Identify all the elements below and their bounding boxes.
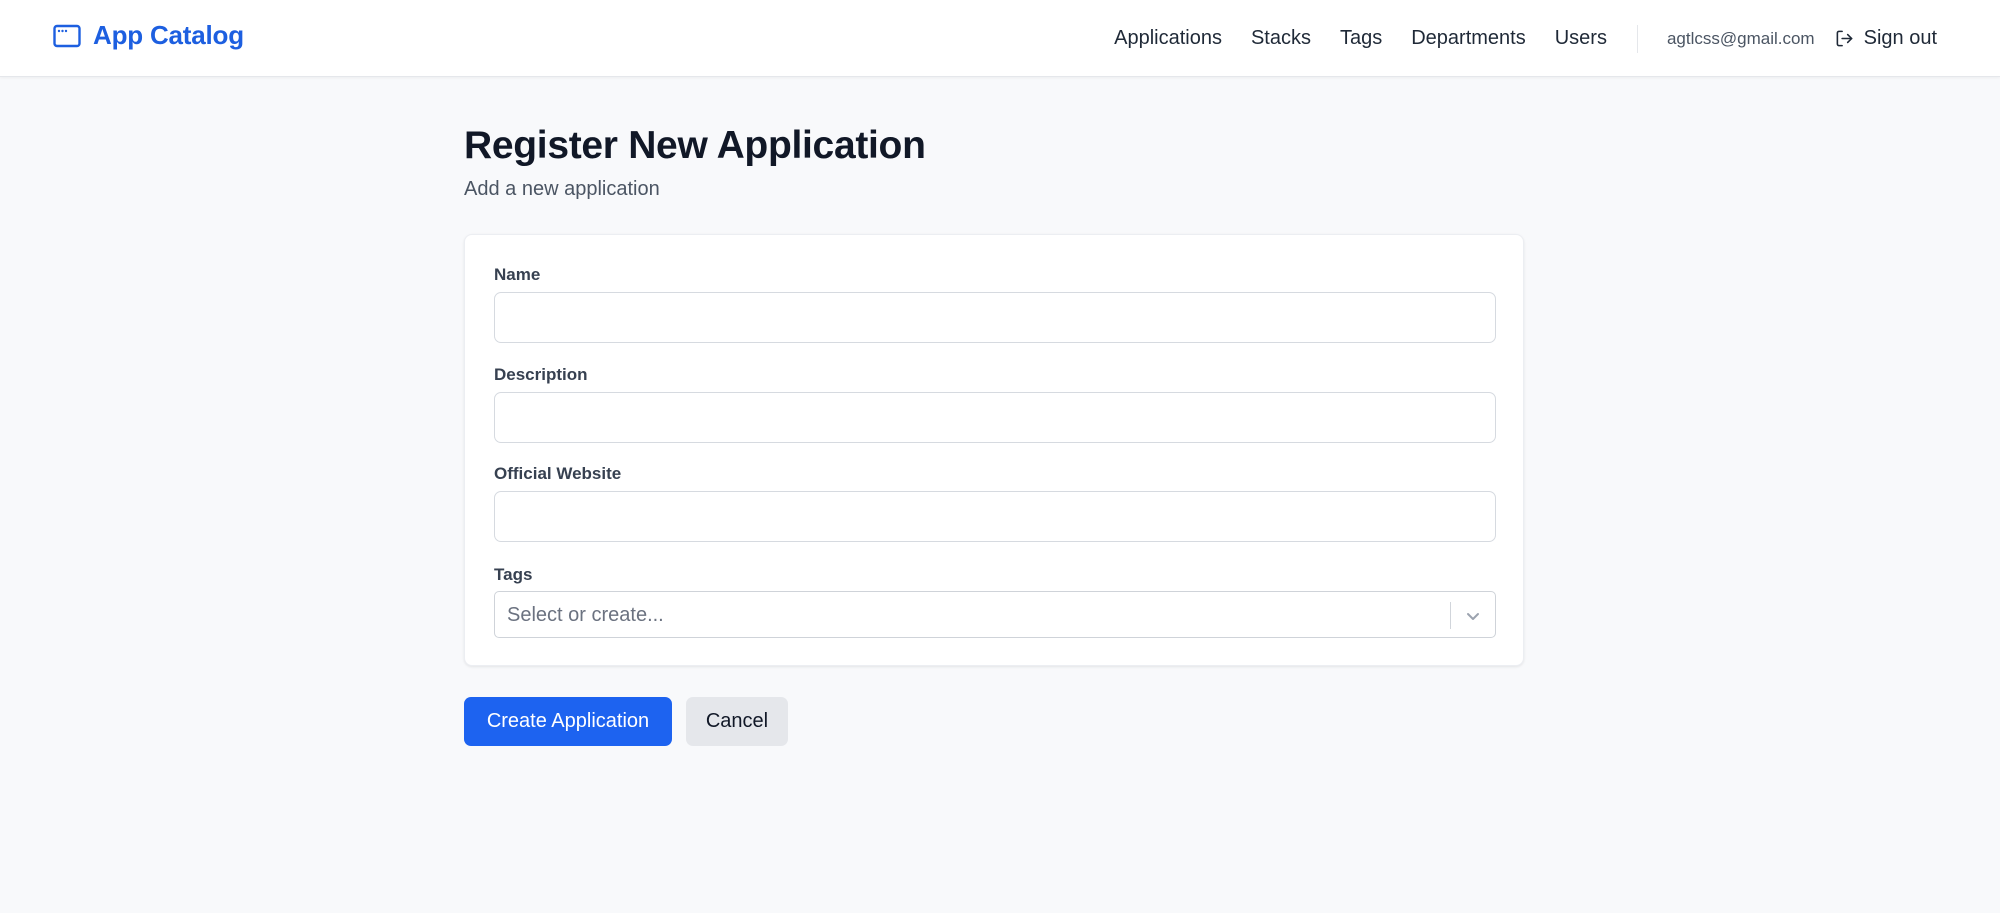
website-input[interactable] [494,491,1496,542]
brand-title: App Catalog [93,20,244,50]
application-form-card: Name Description Official Website Tags S… [464,234,1524,666]
name-input[interactable] [494,292,1496,343]
tags-select[interactable]: Select or create... [494,591,1496,638]
top-navbar: App Catalog Applications Stacks Tags Dep… [0,0,2000,77]
name-label: Name [494,265,541,284]
nav-divider [1636,24,1638,53]
nav-link-stacks[interactable]: Stacks [1251,27,1311,50]
brand-link[interactable]: App Catalog [53,20,244,51]
nav-link-tags[interactable]: Tags [1340,27,1382,50]
sign-out-icon [1836,30,1853,47]
sign-out-label: Sign out [1863,27,1937,49]
nav-link-users[interactable]: Users [1555,27,1607,50]
tags-select-placeholder: Select or create... [507,604,664,626]
main-nav: Applications Stacks Tags Departments Use… [1114,0,1937,77]
nav-link-applications[interactable]: Applications [1114,27,1222,50]
tags-select-separator [1450,602,1451,629]
tags-label: Tags [494,565,533,584]
sign-out-button[interactable]: Sign out [1835,27,1937,50]
description-label: Description [494,365,588,384]
user-email: agtlcss@gmail.com [1666,28,1815,48]
app-window-icon [53,24,81,47]
website-label: Official Website [494,464,622,483]
cancel-button[interactable]: Cancel [686,697,788,746]
create-application-button[interactable]: Create Application [464,697,672,746]
page-title: Register New Application [464,124,926,167]
chevron-down-icon[interactable] [1463,606,1483,626]
page-subtitle: Add a new application [464,178,660,200]
description-input[interactable] [494,392,1496,443]
nav-link-departments[interactable]: Departments [1411,27,1526,50]
